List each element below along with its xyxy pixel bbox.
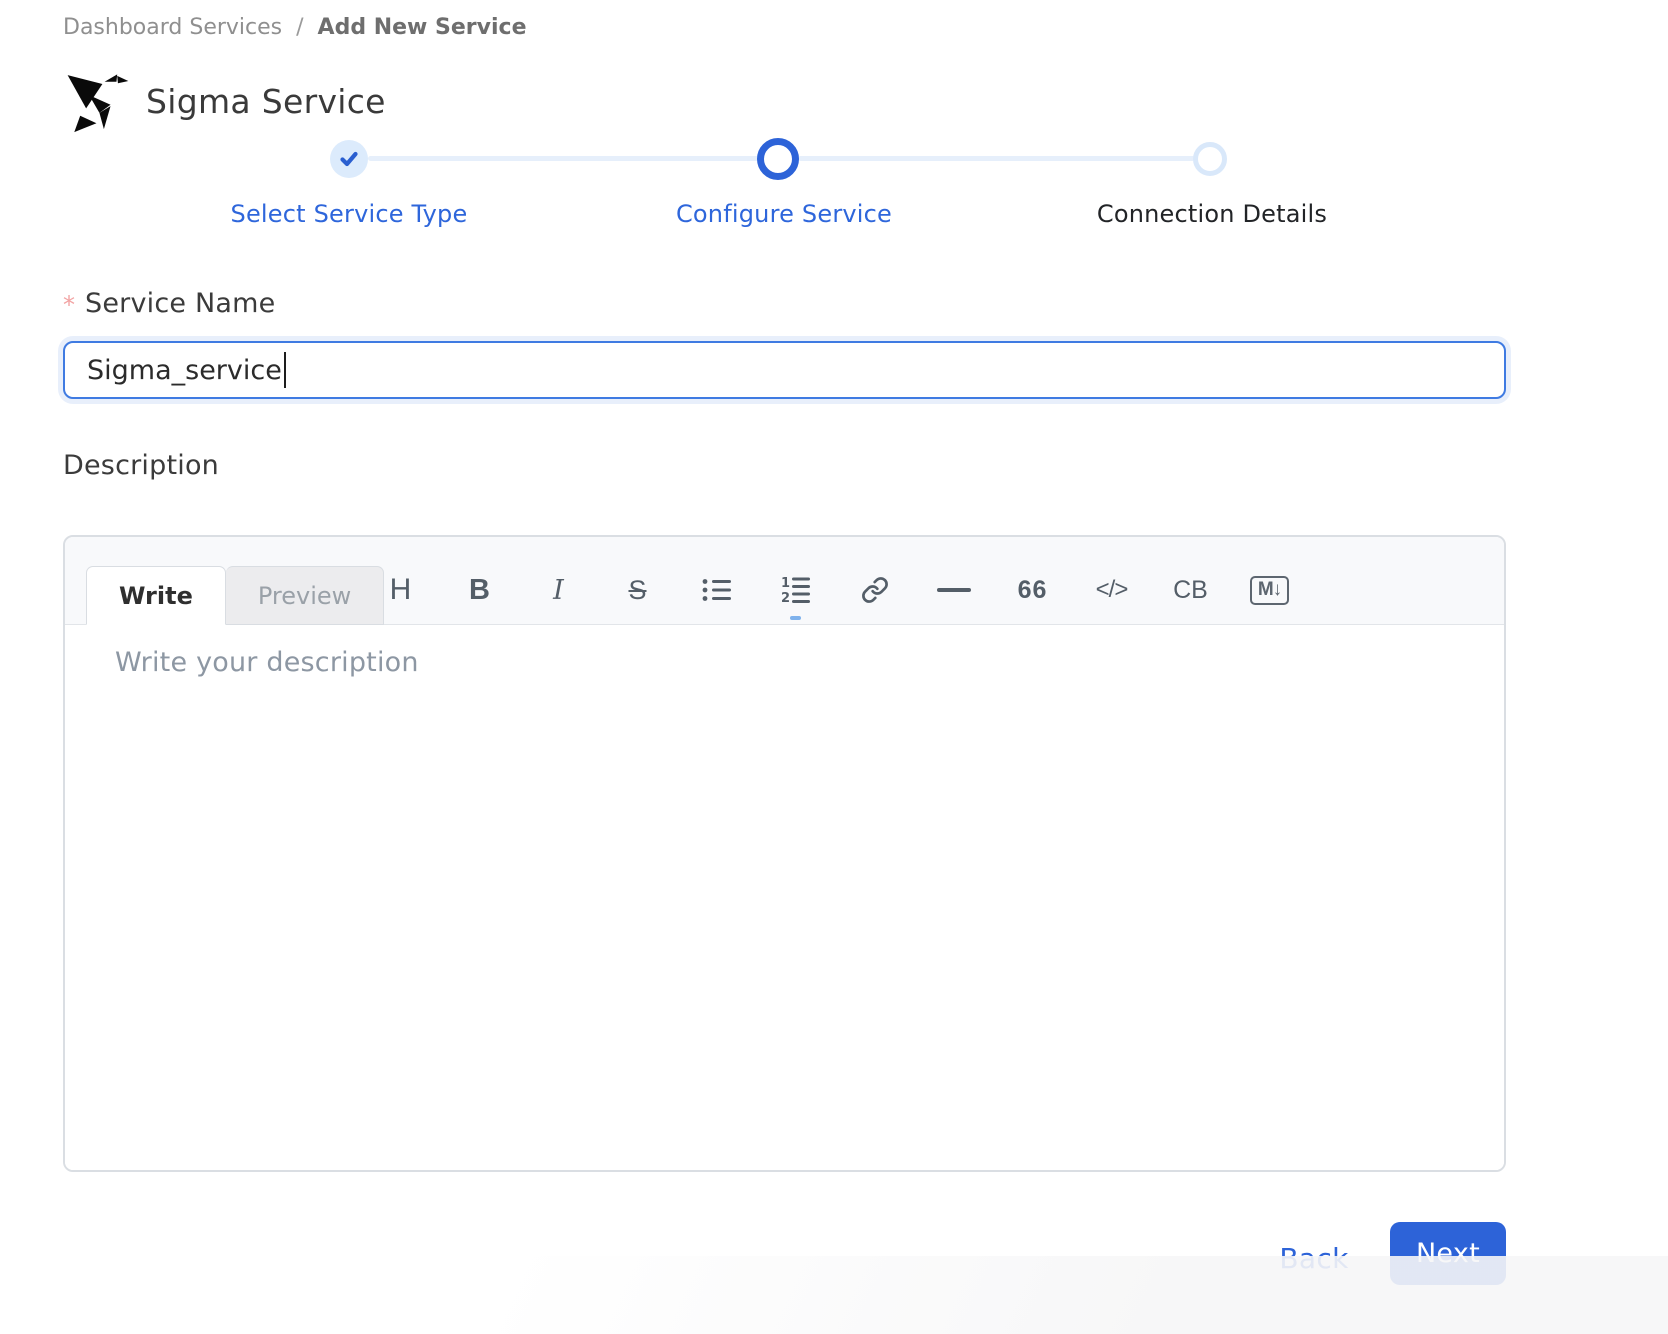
ordered-list-active-indicator (790, 616, 801, 620)
required-asterisk: * (63, 288, 75, 319)
heading-icon[interactable]: H (361, 566, 440, 614)
svg-text:1: 1 (781, 576, 790, 591)
code-block-icon[interactable]: CB (1151, 566, 1230, 614)
breadcrumb-dashboard-services[interactable]: Dashboard Services (63, 13, 282, 43)
quote-icon[interactable]: 66 (993, 566, 1072, 614)
description-markdown-editor: Write Preview H B I S (63, 535, 1506, 1172)
step-2-active-circle[interactable] (757, 138, 799, 180)
breadcrumb-add-new-service: Add New Service (318, 13, 527, 43)
check-icon (339, 149, 359, 169)
editor-tabs: Write Preview (86, 566, 384, 625)
link-icon[interactable] (835, 566, 914, 614)
tab-write[interactable]: Write (86, 566, 226, 625)
next-button[interactable]: Next (1390, 1222, 1506, 1285)
ordered-list-icon[interactable]: 1 2 (756, 566, 835, 614)
step-label-configure-service[interactable]: Configure Service (564, 200, 1004, 228)
service-name-label-row: * Service Name (63, 288, 275, 319)
service-name-value: Sigma_service (87, 355, 282, 386)
step-1-completed-circle[interactable] (330, 140, 368, 178)
service-name-input[interactable]: Sigma_service (63, 341, 1506, 399)
step-3-upcoming-circle[interactable] (1193, 142, 1227, 176)
page-title: Sigma Service (146, 82, 386, 121)
breadcrumb: Dashboard Services / Add New Service (63, 13, 527, 43)
add-new-service-page: Dashboard Services / Add New Service Sig… (0, 0, 1668, 1334)
breadcrumb-separator: / (296, 13, 303, 43)
stepper-connector-1 (368, 156, 760, 161)
text-cursor (284, 352, 286, 388)
markdown-icon[interactable]: M↓ (1230, 566, 1309, 614)
code-icon[interactable]: </> (1072, 566, 1151, 614)
horizontal-rule-icon[interactable] (914, 566, 993, 614)
service-name-label: Service Name (85, 288, 275, 319)
origami-bird-logo-icon (58, 64, 132, 138)
step-label-connection-details[interactable]: Connection Details (992, 200, 1432, 228)
svg-text:2: 2 (781, 591, 790, 604)
description-placeholder: Write your description (115, 647, 419, 678)
italic-icon[interactable]: I (519, 566, 598, 614)
editor-toolbar: H B I S (361, 566, 1309, 614)
step-label-select-service-type[interactable]: Select Service Type (129, 200, 569, 228)
description-label: Description (63, 450, 219, 481)
bold-icon[interactable]: B (440, 566, 519, 614)
description-textarea[interactable]: Write your description (65, 625, 1504, 1170)
stepper-connector-2 (798, 156, 1195, 161)
editor-toolbar-header: Write Preview H B I S (65, 537, 1504, 625)
back-button[interactable]: Back (1268, 1238, 1360, 1278)
unordered-list-icon[interactable] (677, 566, 756, 614)
strikethrough-icon[interactable]: S (598, 566, 677, 614)
